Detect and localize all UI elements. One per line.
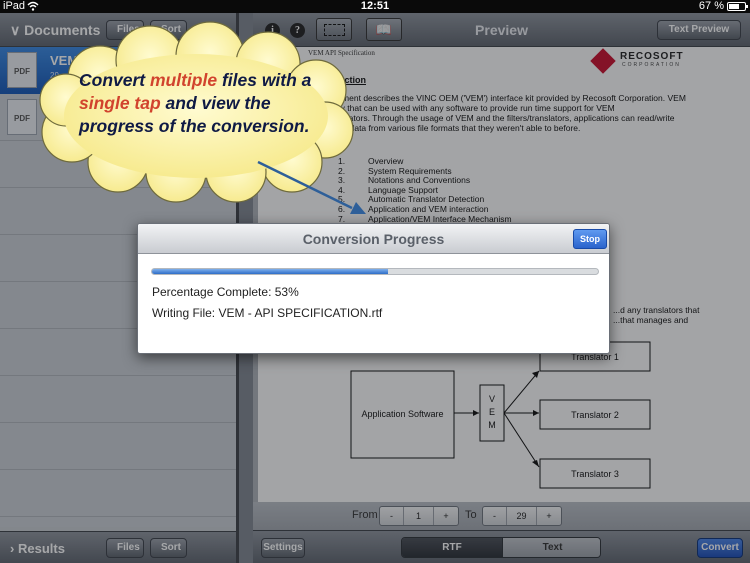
dialog-header: Conversion Progress Stop [138,224,609,254]
clock: 12:51 [360,0,390,12]
battery-icon [727,2,748,11]
app-screen: iPad 12:51 67 % ∨ Documents Files Sort P… [0,0,750,563]
callout-segment: files with a [217,70,312,90]
battery-percent: 67 % [698,0,724,12]
callout-highlight: single tap [79,93,161,113]
stop-button[interactable]: Stop [573,229,607,249]
writing-file-text: Writing File: VEM - API SPECIFICATION.rt… [152,306,383,320]
callout-text: Convert multiple files with a single tap… [79,69,339,138]
percentage-text: Percentage Complete: 53% [152,285,299,299]
conversion-progress-dialog: Conversion Progress Stop Percentage Comp… [137,223,610,354]
dialog-title: Conversion Progress [302,231,445,247]
callout-highlight: multiple [149,70,218,90]
status-bar: iPad 12:51 67 % [0,0,750,13]
callout-segment: Convert [79,70,150,90]
progress-fill [152,269,389,274]
progress-bar [151,268,599,275]
